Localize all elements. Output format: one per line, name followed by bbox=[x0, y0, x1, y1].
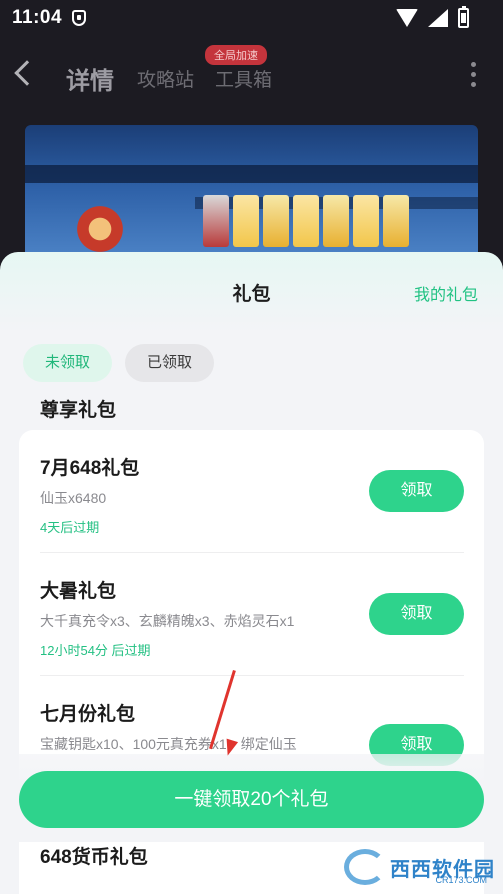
section-title: 尊享礼包 bbox=[40, 400, 117, 421]
status-bar: 11:04 bbox=[0, 0, 503, 36]
gift-name: 七月份礼包 bbox=[40, 704, 136, 725]
my-gifts-link[interactable]: 我的礼包 bbox=[414, 281, 478, 305]
tab-guide[interactable]: 攻略站 bbox=[137, 65, 194, 92]
claim-button[interactable]: 领取 bbox=[369, 470, 464, 512]
gift-name: 7月648礼包 bbox=[40, 458, 140, 479]
claim-all-button[interactable]: 一键领取20个礼包 bbox=[19, 771, 484, 828]
watermark-sub: CR173.COM bbox=[435, 875, 487, 885]
gift-desc: 宝藏钥匙x10、100元真充券x1、绑定仙玉 bbox=[40, 736, 297, 752]
battery-icon bbox=[458, 6, 469, 28]
watermark-logo: 西西软件园 CR173.COM bbox=[344, 848, 495, 886]
gift-desc: 大千真充令x3、玄麟精魄x3、赤焰灵石x1 bbox=[40, 613, 295, 629]
gift-expiry: 12小时54分 后过期 bbox=[40, 643, 151, 658]
top-nav: 详情 攻略站 全局加速 工具箱 bbox=[0, 40, 503, 112]
claim-button[interactable]: 领取 bbox=[369, 593, 464, 635]
status-time: 11:04 bbox=[12, 7, 63, 28]
back-arrow-icon[interactable] bbox=[14, 60, 40, 86]
signal-icon bbox=[428, 9, 448, 27]
wifi-icon bbox=[396, 9, 418, 27]
gift-desc: 仙玉x6480 bbox=[40, 490, 107, 506]
accel-badge: 全局加速 bbox=[205, 45, 267, 65]
shield-icon bbox=[72, 10, 86, 26]
tab-toolbox[interactable]: 工具箱 bbox=[215, 65, 272, 92]
game-banner-image bbox=[25, 125, 478, 265]
tab-claimed[interactable]: 已领取 bbox=[125, 344, 215, 382]
gift-name: 大暑礼包 bbox=[40, 581, 117, 602]
gift-sheet: 礼包 我的礼包 未领取 已领取 尊享礼包 7月648礼包 仙玉x6480 4天后… bbox=[0, 252, 503, 894]
gift-expiry: 4天后过期 bbox=[40, 520, 100, 535]
tab-details[interactable]: 详情 bbox=[66, 61, 114, 96]
tab-unclaimed[interactable]: 未领取 bbox=[23, 344, 113, 382]
watermark-icon bbox=[344, 849, 386, 885]
more-vertical-icon[interactable] bbox=[471, 62, 477, 92]
gift-name: 648货币礼包 bbox=[40, 847, 148, 868]
list-item: 大暑礼包 大千真充令x3、玄麟精魄x3、赤焰灵石x1 12小时54分 后过期 领… bbox=[19, 553, 484, 676]
list-item: 7月648礼包 仙玉x6480 4天后过期 领取 bbox=[19, 430, 484, 553]
